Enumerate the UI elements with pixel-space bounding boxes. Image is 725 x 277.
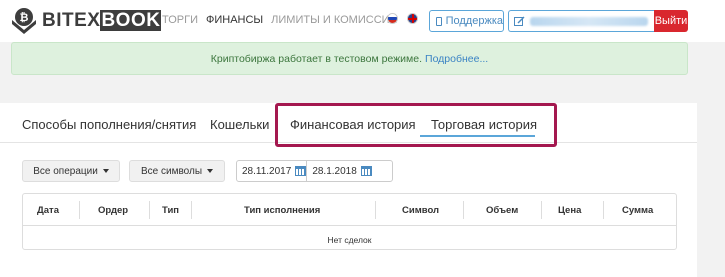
logout-button[interactable]: Выйти [654,10,688,32]
col-order[interactable]: Ордер [98,205,128,216]
uk-flag-icon[interactable] [407,13,418,24]
blurred-email [530,16,648,26]
top-navbar: ₿ BITEXBOOK ТОРГИ ФИНАНСЫ ЛИМИТЫ И КОМИС… [0,0,725,42]
annotation-highlight [275,103,557,147]
calendar-icon[interactable] [360,166,372,176]
calendar-icon[interactable] [295,166,307,176]
col-price[interactable]: Цена [558,205,581,216]
col-date[interactable]: Дата [37,205,59,216]
date-from-field[interactable]: 28.11.2017 [237,161,307,181]
nav-trade[interactable]: ТОРГИ [162,14,198,26]
brand-pre: BITEX [42,10,101,31]
alert-more-link[interactable]: Подробнее... [425,53,488,65]
col-execution-type[interactable]: Тип исполнения [244,205,320,216]
brand-post: BOOK [100,10,162,31]
col-volume[interactable]: Объем [486,205,518,216]
caret-down-icon [207,169,214,173]
empty-state-text: Нет сделок [327,235,372,245]
support-button[interactable]: Поддержка [429,10,504,32]
col-type[interactable]: Тип [162,205,179,216]
date-range-picker: 28.11.2017 28.1.2018 [236,160,393,182]
date-from-value: 28.11.2017 [242,165,292,177]
operations-label: Все операции [33,165,98,177]
col-symbol[interactable]: Символ [402,205,439,216]
date-to-value: 28.1.2018 [312,165,357,177]
date-to-field[interactable]: 28.1.2018 [307,161,372,181]
table-header: Дата Ордер Тип Тип исполнения Символ Объ… [23,194,676,226]
col-sum[interactable]: Сумма [622,205,653,216]
bitcoin-book-logo-icon[interactable]: ₿ [9,6,39,36]
trade-history-table: Дата Ордер Тип Тип исполнения Символ Объ… [22,193,677,250]
tab-deposit-methods[interactable]: Способы пополнения/снятия [22,117,196,132]
caret-down-icon [102,169,109,173]
support-label: Поддержка [445,15,503,27]
nav-finance[interactable]: ФИНАНСЫ [206,14,263,26]
test-mode-alert: Криптобиржа работает в тестовом режиме. … [11,42,688,75]
nav-limits[interactable]: ЛИМИТЫ И КОМИССИИ [271,14,397,26]
brand-name[interactable]: BITEXBOOK [42,10,162,32]
operations-dropdown[interactable]: Все операции [22,160,120,182]
edit-icon [514,16,525,26]
user-account-field[interactable] [508,10,654,32]
symbols-dropdown[interactable]: Все символы [129,160,225,182]
russian-flag-icon[interactable] [387,13,398,24]
svg-text:₿: ₿ [20,11,29,24]
main-nav: ТОРГИ ФИНАНСЫ ЛИМИТЫ И КОМИССИИ [162,14,397,26]
tab-wallets[interactable]: Кошельки [210,117,269,132]
chat-icon [436,16,442,26]
alert-text: Криптобиржа работает в тестовом режиме. [210,52,423,65]
symbols-label: Все символы [140,165,203,177]
